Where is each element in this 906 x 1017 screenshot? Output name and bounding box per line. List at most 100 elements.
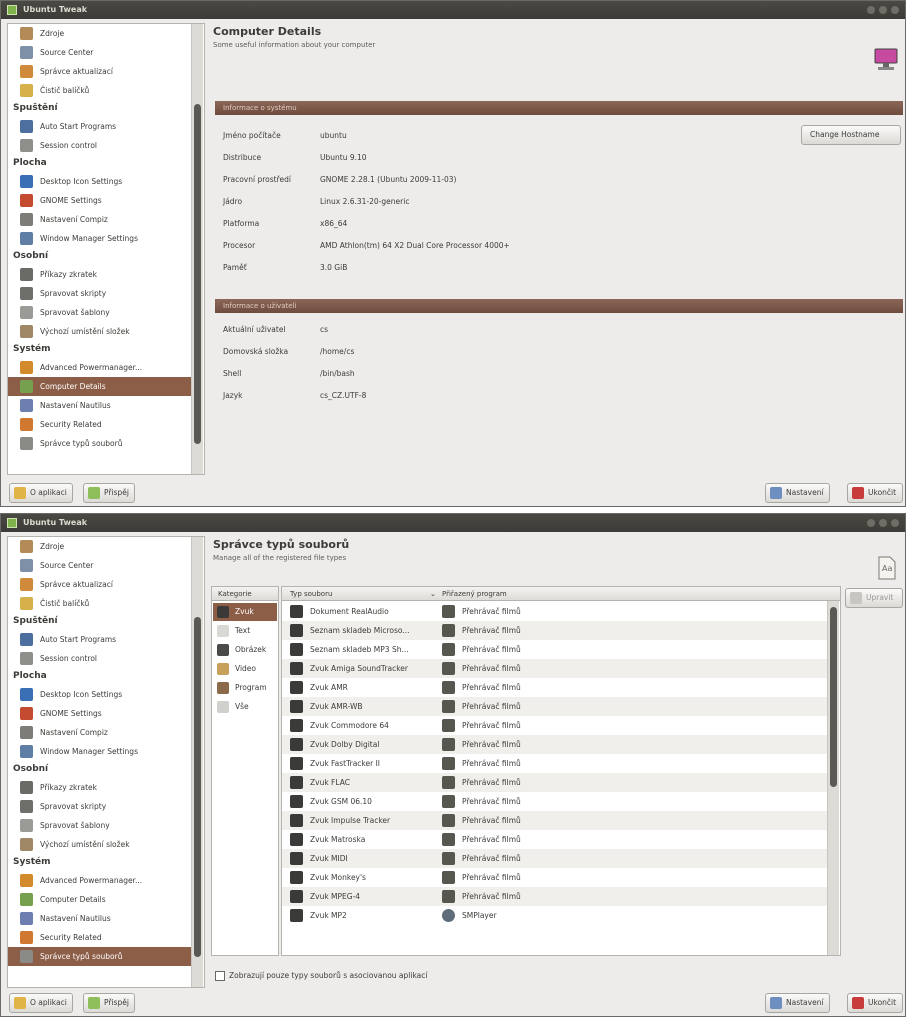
sidebar-item[interactable]: Desktop Icon Settings [8,172,192,191]
sidebar-item[interactable]: Příkazy zkratek [8,265,192,284]
sidebar-item[interactable]: Čistič balíčků [8,81,192,100]
checkbox-box[interactable] [215,971,225,981]
edit-button[interactable]: Upravit [845,588,903,608]
sidebar-item[interactable]: Příkazy zkratek [8,778,192,797]
table-row[interactable]: Zvuk Impulse Tracker Přehrávač filmů [282,811,828,830]
sidebar-item-label: Nastavení Compiz [40,215,108,224]
sidebar-item[interactable]: Správce aktualizací [8,575,192,594]
window-icon [20,232,33,245]
window-controls[interactable] [867,519,899,527]
sidebar-item[interactable]: Spravovat šablony [8,303,192,322]
table-row[interactable]: Seznam skladeb Microso... Přehrávač filmů [282,621,828,640]
sidebar-item[interactable]: Spravovat skripty [8,284,192,303]
film-icon [442,681,455,694]
minimize-icon[interactable] [867,6,875,14]
sidebar-item[interactable]: Computer Details [8,377,192,396]
sidebar-item[interactable]: Source Center [8,556,192,575]
sidebar-item[interactable]: Session control [8,649,192,668]
about-button[interactable]: O aplikaci [9,993,73,1013]
sidebar-item[interactable]: Správce typů souborů [8,947,192,966]
sidebar-scrollbar[interactable] [191,24,203,474]
sidebar-item[interactable]: Výchozí umístění složek [8,835,192,854]
settings-button[interactable]: Nastavení [765,483,830,503]
column-type[interactable]: Typ souboru [290,587,332,601]
table-row[interactable]: Zvuk AMR Přehrávač filmů [282,678,828,697]
scrollbar-thumb[interactable] [194,104,201,444]
category-item[interactable]: Text [213,622,277,640]
sidebar-item[interactable]: Zdroje [8,24,192,43]
table-row[interactable]: Zvuk MPEG-4 Přehrávač filmů [282,887,828,906]
sidebar-item[interactable]: Správce aktualizací [8,62,192,81]
scrollbar-thumb[interactable] [194,617,201,957]
filter-checkbox[interactable]: Zobrazují pouze typy souborů s asociovan… [215,971,427,981]
table-row[interactable]: Zvuk FastTracker II Přehrávač filmů [282,754,828,773]
sidebar-item[interactable]: Advanced Powermanager... [8,871,192,890]
table-row[interactable]: Zvuk Commodore 64 Přehrávač filmů [282,716,828,735]
table-row[interactable]: Seznam skladeb MP3 Sh... Přehrávač filmů [282,640,828,659]
sidebar-item[interactable]: Výchozí umístění složek [8,322,192,341]
sidebar-item[interactable]: Spravovat šablony [8,816,192,835]
change-hostname-button[interactable]: Change Hostname [801,125,901,145]
info-value: GNOME 2.28.1 (Ubuntu 2009-11-03) [320,175,457,184]
minimize-icon[interactable] [867,519,875,527]
column-program[interactable]: Přiřazený program [442,587,507,601]
sidebar-item[interactable]: Desktop Icon Settings [8,685,192,704]
sidebar-item[interactable]: Auto Start Programs [8,117,192,136]
table-row[interactable]: Zvuk Matroska Přehrávač filmů [282,830,828,849]
sidebar-scrollbar[interactable] [191,537,203,987]
table-row[interactable]: Zvuk AMR-WB Přehrávač filmů [282,697,828,716]
sidebar-item[interactable]: Nastavení Compiz [8,210,192,229]
sidebar-item[interactable]: Správce typů souborů [8,434,192,453]
sidebar-item[interactable]: Nastavení Nautilus [8,396,192,415]
file-type-cell: Zvuk Monkey's [310,873,366,882]
table-row[interactable]: Zvuk Dolby Digital Přehrávač filmů [282,735,828,754]
table-row[interactable]: Zvuk FLAC Přehrávač filmů [282,773,828,792]
category-item[interactable]: Video [213,660,277,678]
sidebar-item[interactable]: Source Center [8,43,192,62]
title-bar[interactable]: Ubuntu Tweak [1,514,905,532]
sidebar-item-label: Výchozí umístění složek [40,840,130,849]
sidebar-item[interactable]: Auto Start Programs [8,630,192,649]
about-button[interactable]: O aplikaci [9,483,73,503]
info-value: x86_64 [320,219,348,228]
table-scrollbar[interactable] [827,601,839,955]
sidebar-item[interactable]: Advanced Powermanager... [8,358,192,377]
sidebar-item[interactable]: Nastavení Nautilus [8,909,192,928]
sidebar-item[interactable]: Security Related [8,928,192,947]
source-icon [20,46,33,59]
table-row[interactable]: Zvuk GSM 06.10 Přehrávač filmů [282,792,828,811]
sidebar-item[interactable]: Zdroje [8,537,192,556]
table-row[interactable]: Dokument RealAudio Přehrávač filmů [282,602,828,621]
scrollbar-thumb[interactable] [830,607,837,787]
table-row[interactable]: Zvuk MP2 SMPlayer [282,906,828,925]
close-icon[interactable] [891,6,899,14]
quit-button[interactable]: Ukončit [847,993,903,1013]
maximize-icon[interactable] [879,6,887,14]
window-controls[interactable] [867,6,899,14]
sidebar-item[interactable]: Window Manager Settings [8,229,192,248]
category-item[interactable]: Zvuk [213,603,277,621]
sidebar-item[interactable]: Čistič balíčků [8,594,192,613]
table-row[interactable]: Zvuk Amiga SoundTracker Přehrávač filmů [282,659,828,678]
sidebar-item[interactable]: Security Related [8,415,192,434]
category-item[interactable]: Vše [213,698,277,716]
maximize-icon[interactable] [879,519,887,527]
sidebar-item[interactable]: GNOME Settings [8,191,192,210]
power-icon [20,361,33,374]
sidebar-item[interactable]: Computer Details [8,890,192,909]
sidebar-item[interactable]: Window Manager Settings [8,742,192,761]
donate-button[interactable]: Přispěj [83,483,135,503]
sidebar-item[interactable]: GNOME Settings [8,704,192,723]
close-icon[interactable] [891,519,899,527]
sidebar-item[interactable]: Session control [8,136,192,155]
title-bar[interactable]: Ubuntu Tweak [1,1,905,19]
category-item[interactable]: Program [213,679,277,697]
sidebar-item[interactable]: Spravovat skripty [8,797,192,816]
sidebar-item[interactable]: Nastavení Compiz [8,723,192,742]
category-item[interactable]: Obrázek [213,641,277,659]
donate-button[interactable]: Přispěj [83,993,135,1013]
quit-button[interactable]: Ukončit [847,483,903,503]
table-row[interactable]: Zvuk MIDI Přehrávač filmů [282,849,828,868]
table-row[interactable]: Zvuk Monkey's Přehrávač filmů [282,868,828,887]
settings-button[interactable]: Nastavení [765,993,830,1013]
